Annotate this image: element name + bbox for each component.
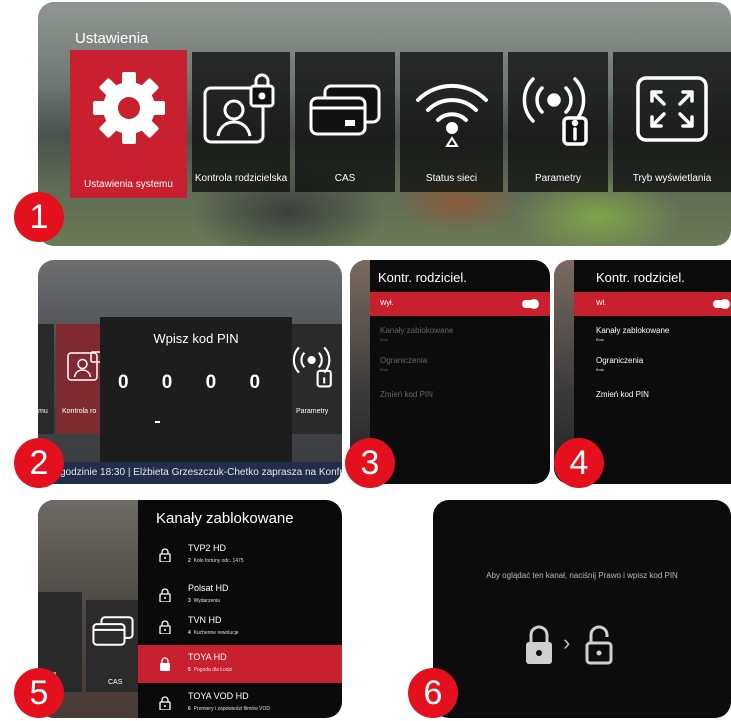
pin-dialog-title: Wpisz kod PIN — [153, 331, 239, 346]
menu-item-blocked-channels[interactable]: Kanały zablokowane Brak — [380, 326, 453, 342]
channel-row-selected[interactable]: TOYA HD 5 Pogoda dla Łodzi — [138, 645, 342, 683]
lock-closed-icon — [526, 625, 552, 664]
tile-label: Ustawienia systemu — [84, 179, 173, 190]
toggle-switch[interactable] — [522, 299, 539, 309]
pin-input[interactable]: 0 0 0 0 — [100, 372, 292, 394]
tile-parental-control[interactable]: Kontrola rodzicielska — [192, 52, 290, 192]
tile-label: Kontrola rodzicielska — [194, 173, 288, 184]
tile-display-mode[interactable]: Tryb wyświetlania — [613, 52, 731, 192]
tile-system-settings[interactable]: Ustawienia systemu — [70, 50, 187, 198]
panel-header: Kontr. rodziciel. — [596, 270, 685, 285]
settings-menu-panel: Ustawienia Ustawienia systemu Kontrola r… — [38, 2, 731, 246]
broadcast-info-icon — [522, 77, 588, 146]
step-badge-6: 6 — [408, 668, 458, 718]
step-badge-3: 3 — [345, 438, 395, 488]
locked-channel-screen: Aby oglądać ten kanał, naciśnij Prawo i … — [433, 500, 731, 718]
lock-icon — [159, 548, 171, 562]
panel-title: Kanały zablokowane — [156, 510, 294, 527]
menu-item-restrictions[interactable]: Ograniczenia Brak — [596, 356, 643, 372]
tile-network-status[interactable]: Status sieci — [400, 52, 503, 192]
lock-icon — [160, 657, 170, 671]
broadcast-info-icon — [292, 346, 332, 388]
tile-label: Status sieci — [425, 173, 478, 184]
arrow-right-icon: › — [563, 630, 571, 655]
wifi-icon — [415, 83, 488, 147]
menu-item-change-pin[interactable]: Zmień kod PIN — [596, 390, 649, 399]
menu-item-blocked-channels[interactable]: Kanały zablokowane Brak — [596, 326, 669, 342]
pin-cursor — [155, 421, 160, 423]
menu-item-restrictions[interactable]: Ograniczenia Brak — [380, 356, 427, 372]
lock-open-icon — [585, 625, 613, 665]
cards-icon — [309, 84, 381, 136]
tile-cas[interactable]: CAS — [295, 52, 395, 192]
menu-item-change-pin[interactable]: Zmień kod PIN — [380, 390, 433, 399]
tile-label: CAS — [334, 173, 356, 184]
parental-toggle-row[interactable]: Wł. — [574, 292, 731, 316]
tile-label: Parametry — [534, 173, 582, 184]
tile-label: Parametry — [296, 408, 329, 415]
tile-label: Kontrola ro — [62, 408, 97, 415]
tile-parameters[interactable]: Parametry — [508, 52, 608, 192]
channel-row[interactable]: TVN HD 4 Kuchenne rewolucje — [138, 608, 342, 646]
lock-icon — [159, 588, 171, 602]
lock-icon — [159, 620, 171, 634]
channel-row[interactable]: TVP2 HD 2 Koło fortuny odc. 1475 — [138, 536, 342, 574]
tile-partial: mu — [38, 324, 54, 434]
pin-entry-panel: mu Kontrola ro Parametry Wpisz kod PIN 0… — [38, 260, 342, 484]
cards-icon — [92, 616, 134, 646]
page-title: Ustawienia — [75, 30, 149, 47]
pin-dialog: Wpisz kod PIN 0 0 0 0 — [100, 317, 292, 484]
step-badge-2: 2 — [14, 438, 64, 488]
fullscreen-icon — [636, 76, 708, 142]
tile-cas-partial: CAS — [86, 600, 138, 692]
tile-label: Tryb wyświetlania — [632, 173, 712, 184]
toggle-switch[interactable] — [713, 299, 730, 309]
step-badge-5: 5 — [14, 668, 64, 718]
toggle-label: Wył. — [380, 300, 394, 307]
locked-channel-message: Aby oglądać ten kanał, naciśnij Prawo i … — [486, 571, 678, 580]
toggle-label: Wł. — [596, 300, 607, 307]
tile-parameters-dim: Parametry — [288, 324, 342, 434]
parental-toggle-row[interactable]: Wył. — [370, 292, 550, 316]
blocked-channels-panel: elska CAS Kanały zablokowane TVP2 HD 2 K… — [38, 500, 342, 718]
news-ticker: godzinie 18:30 | Elżbieta Grzeszczuk-Che… — [38, 462, 342, 484]
step-badge-1: 1 — [14, 192, 64, 242]
lock-icon — [159, 696, 171, 710]
gear-icon — [92, 72, 165, 144]
channel-row[interactable]: TOYA VOD HD 6 Premiery i zapowiedzi film… — [138, 684, 342, 718]
panel-header: Kontr. rodziciel. — [378, 270, 467, 285]
step-badge-4: 4 — [554, 438, 604, 488]
parental-lock-icon — [203, 73, 275, 144]
